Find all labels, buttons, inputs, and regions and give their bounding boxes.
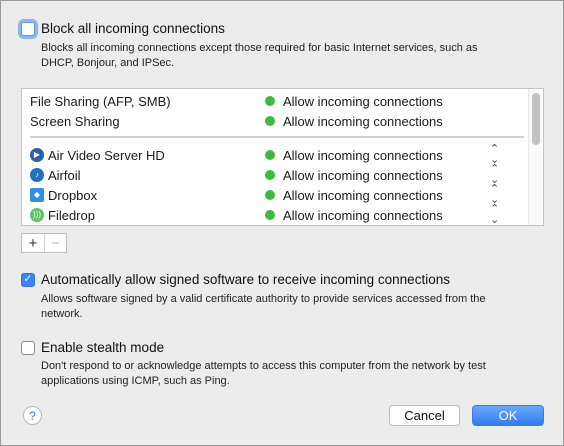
filedrop-icon: ))) [30,208,44,222]
app-row-airfoil[interactable]: ♪ Airfoil Allow incoming connections ⌃ ⌄ [22,164,527,186]
status-dot [265,210,275,220]
stealth-label: Enable stealth mode [41,340,165,355]
app-name: Air Video Server HD [48,147,165,163]
remove-app-button[interactable]: − [44,234,66,252]
stealth-description: Don't respond to or acknowledge attempts… [41,360,486,387]
auto-allow-label: Automatically allow signed software to r… [41,272,450,287]
list-scrollbar[interactable] [528,89,543,225]
app-name: Airfoil [48,167,81,183]
stealth-row[interactable]: Enable stealth mode [21,340,164,355]
ok-button[interactable]: OK [472,405,544,426]
firewall-options-dialog: Block all incoming connections Blocks al… [0,0,564,446]
help-button[interactable]: ? [23,406,42,425]
service-name: File Sharing (AFP, SMB) [30,93,171,109]
app-status[interactable]: Allow incoming connections [265,188,443,203]
status-dot [265,116,275,126]
status-dot [265,96,275,106]
app-row-dropbox[interactable]: ◆ Dropbox Allow incoming connections ⌃ ⌄ [22,184,527,206]
service-name: Screen Sharing [30,113,120,129]
app-name: Filedrop [48,207,95,223]
app-name: Dropbox [48,187,98,203]
status-dot [265,170,275,180]
list-add-remove-controls: + − [21,233,67,253]
auto-allow-checkbox[interactable]: ✓ [21,272,35,287]
dropbox-icon: ◆ [30,188,44,202]
scrollbar-thumb[interactable] [532,93,540,145]
service-status: Allow incoming connections [265,114,443,129]
auto-allow-row[interactable]: ✓ Automatically allow signed software to… [21,272,450,287]
block-all-description: Blocks all incoming connections except t… [41,42,478,69]
air-video-icon: ▶ [30,148,44,162]
app-row-air-video[interactable]: ▶ Air Video Server HD Allow incoming con… [22,144,527,166]
app-status[interactable]: Allow incoming connections [265,208,443,223]
service-status: Allow incoming connections [265,94,443,109]
block-all-row[interactable]: Block all incoming connections [21,21,225,36]
list-separator [30,136,524,138]
app-status[interactable]: Allow incoming connections [265,168,443,183]
add-app-button[interactable]: + [22,234,44,252]
block-all-label: Block all incoming connections [41,21,225,36]
service-row-screen-sharing[interactable]: Screen Sharing Allow incoming connection… [22,111,527,131]
app-status[interactable]: Allow incoming connections [265,148,443,163]
status-dot [265,150,275,160]
chevron-updown-icon[interactable]: ⌃ ⌄ [490,204,499,226]
app-list[interactable]: File Sharing (AFP, SMB) Allow incoming c… [21,88,544,226]
airfoil-icon: ♪ [30,168,44,182]
auto-allow-description: Allows software signed by a valid certif… [41,293,486,320]
cancel-button[interactable]: Cancel [389,405,460,426]
stealth-checkbox[interactable] [21,340,35,355]
block-all-checkbox[interactable] [21,21,35,36]
status-dot [265,190,275,200]
service-row-file-sharing[interactable]: File Sharing (AFP, SMB) Allow incoming c… [22,91,527,111]
app-row-filedrop[interactable]: ))) Filedrop Allow incoming connections … [22,204,527,226]
